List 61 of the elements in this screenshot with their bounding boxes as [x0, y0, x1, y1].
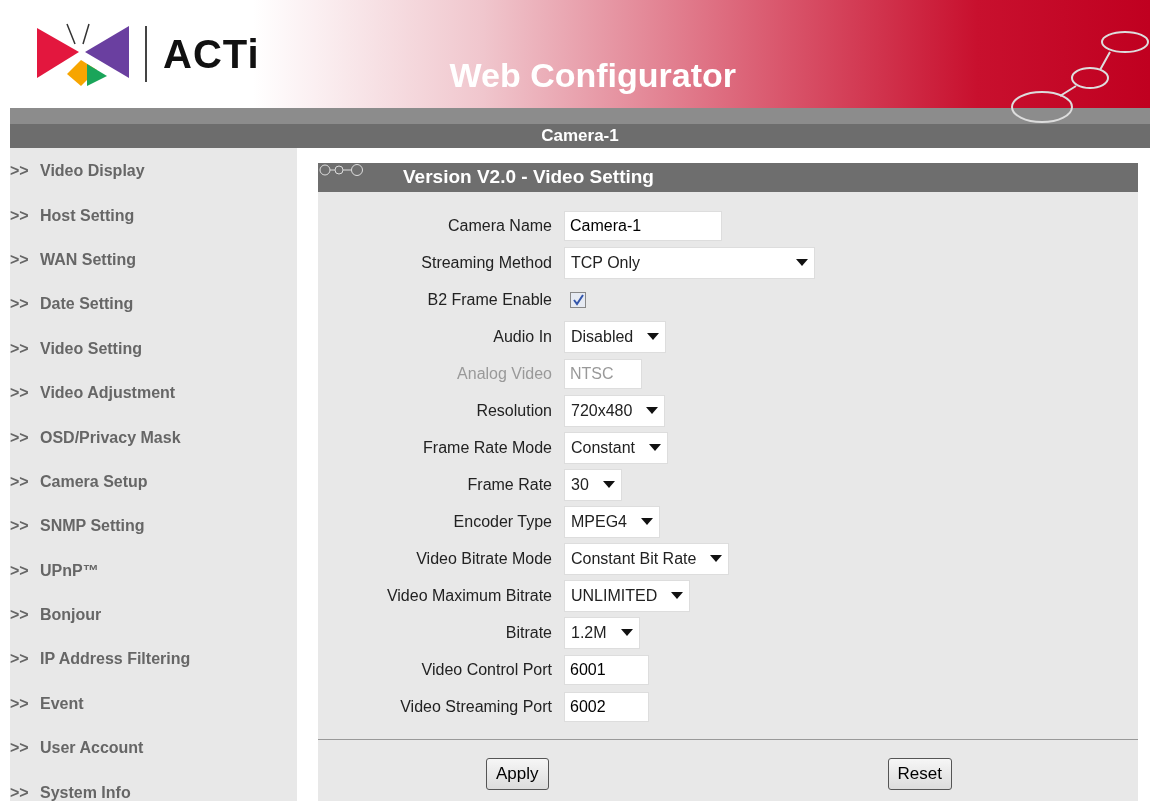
sidebar-item[interactable]: >> IP Address Filtering — [10, 637, 297, 682]
caret-icon — [649, 444, 662, 451]
caret-icon — [647, 333, 660, 340]
logo-text: ACTi — [163, 31, 260, 78]
field-label: Frame Rate Mode — [422, 437, 553, 458]
caret-icon — [796, 259, 808, 266]
dropdown[interactable]: Disabled — [564, 320, 667, 353]
sidebar-item[interactable]: >> Event — [10, 681, 297, 727]
logo-divider — [145, 26, 147, 82]
dropdown[interactable]: UNLIMITED — [564, 579, 691, 612]
text-field[interactable]: 6002 — [564, 691, 649, 722]
checkbox[interactable] — [570, 291, 586, 308]
apply-button[interactable]: Apply — [486, 758, 549, 790]
rings-icon — [319, 164, 365, 177]
sidebar-item[interactable]: >> Video Setting — [10, 326, 297, 371]
caret-icon — [671, 592, 684, 599]
sidebar-item[interactable]: >> Camera Setup — [10, 459, 297, 505]
field-label: Resolution — [475, 400, 553, 421]
device-name: Camera-1 — [541, 125, 619, 148]
field-label: Video Bitrate Mode — [415, 548, 553, 569]
field-label: Video Maximum Bitrate — [385, 585, 553, 606]
caret-icon — [620, 629, 633, 636]
field-label: Frame Rate — [466, 474, 553, 495]
sidebar-item[interactable]: >> WAN Setting — [10, 237, 297, 283]
field-label: Analog Video — [456, 363, 553, 384]
field-label: Camera Name — [446, 215, 553, 236]
logo-mark-icon — [37, 22, 129, 86]
caret-icon — [641, 518, 653, 525]
field-label: Video Streaming Port — [399, 696, 553, 717]
dropdown[interactable]: MPEG4 — [564, 505, 660, 538]
sidebar-item[interactable]: >> Date Setting — [10, 282, 297, 327]
dropdown[interactable]: Constant — [564, 431, 669, 464]
dropdown[interactable]: 1.2M — [564, 616, 640, 649]
field-label: Encoder Type — [452, 511, 553, 532]
sidebar-item[interactable]: >> Video Adjustment — [10, 370, 297, 416]
caret-icon — [710, 555, 723, 562]
sidebar-item[interactable]: >> OSD/Privacy Mask — [10, 415, 297, 460]
field-label: Video Control Port — [420, 659, 553, 680]
dropdown[interactable]: TCP Only — [564, 246, 815, 279]
reset-button[interactable]: Reset — [887, 758, 952, 790]
panel-title: Version V2.0 - Video Setting — [403, 165, 654, 190]
text-field[interactable]: 6001 — [564, 654, 649, 685]
sidebar-item[interactable]: >> System Info — [10, 770, 297, 801]
check-icon — [572, 293, 584, 306]
sidebar-item[interactable]: >> Bonjour — [10, 592, 297, 638]
sidebar-item[interactable]: >> UPnP™ — [10, 548, 297, 593]
field-label: B2 Frame Enable — [426, 289, 553, 310]
text-field[interactable]: Camera-1 — [564, 210, 722, 241]
sidebar-item[interactable]: >> Video Display — [10, 149, 297, 194]
caret-icon — [602, 481, 615, 488]
sidebar-item[interactable]: >> User Account — [10, 726, 297, 771]
field-label: Bitrate — [504, 622, 553, 643]
sidebar-item[interactable]: >> Host Setting — [10, 193, 297, 238]
sidebar-item[interactable]: >> SNMP Setting — [10, 504, 297, 549]
caret-icon — [646, 407, 659, 414]
field-label: Audio In — [492, 326, 553, 347]
page-title: Web Configurator — [449, 58, 737, 92]
dropdown[interactable]: 720x480 — [564, 394, 666, 427]
dropdown[interactable]: Constant Bit Rate — [564, 542, 730, 575]
field-label: Streaming Method — [420, 252, 553, 273]
dropdown[interactable]: 30 — [564, 468, 622, 501]
